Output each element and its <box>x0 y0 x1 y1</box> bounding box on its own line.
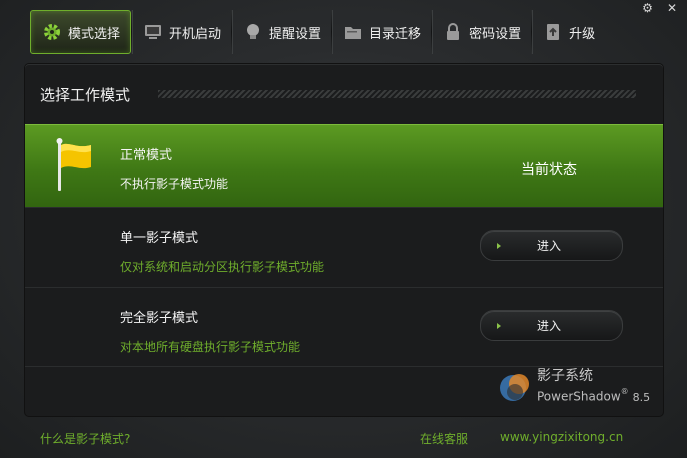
website-link[interactable]: www.yingzixitong.cn <box>500 430 623 444</box>
close-icon[interactable]: ✕ <box>667 2 677 14</box>
current-state-label: 当前状态 <box>521 162 577 178</box>
mode-row-normal[interactable]: 正常模式 不执行影子模式功能 当前状态 <box>25 124 663 207</box>
brand-version: 8.5 <box>632 390 651 404</box>
monitor-icon <box>142 21 164 43</box>
mode-description: 不执行影子模式功能 <box>120 177 229 191</box>
enter-single-shadow-button[interactable]: 进入 <box>480 230 623 261</box>
registered-mark: ® <box>620 387 629 397</box>
mode-title: 完全影子模式 <box>120 311 199 326</box>
tab-label: 模式选择 <box>68 26 121 42</box>
button-label: 进入 <box>537 319 562 333</box>
header-hatch-divider <box>158 90 637 98</box>
tab-label: 升级 <box>569 26 596 42</box>
tab-label: 提醒设置 <box>269 26 322 42</box>
button-label: 进入 <box>537 239 562 253</box>
gear-icon <box>41 21 63 43</box>
powershadow-logo-icon <box>495 368 535 406</box>
brand-name-en: PowerShadow <box>537 389 621 404</box>
tab-label: 密码设置 <box>469 26 522 42</box>
panel-header: 选择工作模式 <box>25 64 663 124</box>
panel-title: 选择工作模式 <box>40 85 131 104</box>
enter-full-shadow-button[interactable]: 进入 <box>480 310 623 341</box>
tab-reminder-settings[interactable]: 提醒设置 <box>232 10 331 54</box>
mode-title: 正常模式 <box>120 148 173 163</box>
online-support-link[interactable]: 在线客服 <box>420 430 468 447</box>
settings-icon[interactable]: ⚙ <box>642 2 653 14</box>
brand-name-cn: 影子系统 <box>537 368 593 385</box>
tab-boot-startup[interactable]: 开机启动 <box>132 10 231 54</box>
what-is-shadow-mode-link[interactable]: 什么是影子模式? <box>40 430 130 447</box>
folder-icon <box>342 21 364 43</box>
mode-title: 单一影子模式 <box>120 231 199 246</box>
tab-password-settings[interactable]: 密码设置 <box>432 10 531 54</box>
tab-directory-migration[interactable]: 目录迁移 <box>332 10 431 54</box>
brand-logo: 影子系统 PowerShadow® 8.5 <box>495 368 650 406</box>
mode-panel: 选择工作模式 正常模式 不执行影子模式功能 当前状态 单一影子模式 仅对系统和启… <box>25 64 663 416</box>
mode-description: 仅对系统和启动分区执行影子模式功能 <box>120 260 325 274</box>
yellow-flag-icon <box>55 137 95 197</box>
play-arrow-icon <box>497 242 501 249</box>
tab-label: 目录迁移 <box>369 26 422 42</box>
toolbar: 模式选择 开机启动 提醒设置 目录迁移 密码设置 升级 <box>30 10 605 54</box>
mode-row-single-shadow: 单一影子模式 仅对系统和启动分区执行影子模式功能 进入 <box>25 207 663 287</box>
mode-description: 对本地所有硬盘执行影子模式功能 <box>120 340 301 354</box>
window-controls: ⚙ ✕ <box>642 2 677 14</box>
play-arrow-icon <box>497 322 501 329</box>
tab-label: 开机启动 <box>169 26 222 42</box>
lock-icon <box>442 21 464 43</box>
tab-upgrade[interactable]: 升级 <box>532 10 605 54</box>
mode-row-full-shadow: 完全影子模式 对本地所有硬盘执行影子模式功能 进入 <box>25 287 663 367</box>
upgrade-icon <box>542 21 564 43</box>
brand-text: 影子系统 PowerShadow® 8.5 <box>537 368 650 405</box>
lightbulb-icon <box>242 21 264 43</box>
tab-mode-select[interactable]: 模式选择 <box>30 10 132 54</box>
